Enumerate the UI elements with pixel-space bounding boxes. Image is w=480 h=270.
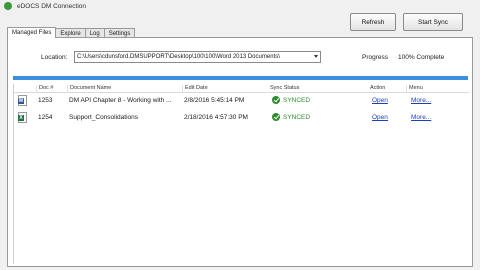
header-doc-number[interactable]: Doc #: [36, 85, 53, 93]
edit-date: 2/18/2016 4:57:30 PM: [184, 114, 248, 121]
header-document-name[interactable]: Document Name: [67, 85, 111, 93]
header-menu[interactable]: Menu: [406, 85, 423, 93]
progress-fill: [13, 76, 468, 80]
header-edit-date[interactable]: Edit Date: [182, 85, 208, 93]
table-header: Doc # Document Name Edit Date Sync Statu…: [14, 84, 469, 93]
tab-managed-files[interactable]: Managed Files: [7, 27, 57, 38]
app-icon: [4, 2, 12, 10]
location-value: C:\Users\cdunsford.DMSUPPORT\Desktop\100…: [77, 54, 280, 60]
word-doc-icon: W: [18, 95, 27, 106]
open-link[interactable]: Open: [372, 97, 388, 104]
location-dropdown[interactable]: C:\Users\cdunsford.DMSUPPORT\Desktop\100…: [74, 51, 321, 63]
synced-check-icon: [272, 96, 280, 104]
progress-bar: [13, 76, 468, 80]
progress-value: 100% Complete: [398, 54, 445, 61]
table-row[interactable]: W 1253 DM API Chapter 8 - Working with .…: [14, 94, 469, 108]
files-table: Doc # Document Name Edit Date Sync Statu…: [13, 84, 469, 264]
table-row[interactable]: X 1254 Support_Consolidations 2/18/2016 …: [14, 111, 469, 125]
excel-doc-icon: X: [18, 112, 27, 123]
title-bar: eDOCS DM Connection: [0, 0, 480, 12]
window-title: eDOCS DM Connection: [17, 2, 86, 10]
synced-check-icon: [272, 113, 280, 121]
start-sync-button[interactable]: Start Sync: [403, 13, 463, 31]
document-name: Support_Consolidations: [69, 114, 139, 121]
open-link[interactable]: Open: [372, 114, 388, 121]
header-sync-status[interactable]: Sync Status: [268, 85, 299, 93]
managed-files-panel: Location: C:\Users\cdunsford.DMSUPPORT\D…: [7, 37, 473, 267]
doc-number: 1253: [38, 97, 53, 104]
document-name: DM API Chapter 8 - Working with ...: [69, 97, 172, 104]
chevron-down-icon: [314, 55, 318, 58]
progress-label: Progress: [362, 54, 389, 61]
refresh-button[interactable]: Refresh: [350, 13, 396, 31]
more-link[interactable]: More...: [411, 114, 431, 121]
edit-date: 2/8/2016 5:45:14 PM: [184, 97, 245, 104]
location-label: Location:: [41, 54, 68, 61]
header-action[interactable]: Action: [368, 85, 385, 93]
doc-number: 1254: [38, 114, 53, 121]
more-link[interactable]: More...: [411, 97, 431, 104]
